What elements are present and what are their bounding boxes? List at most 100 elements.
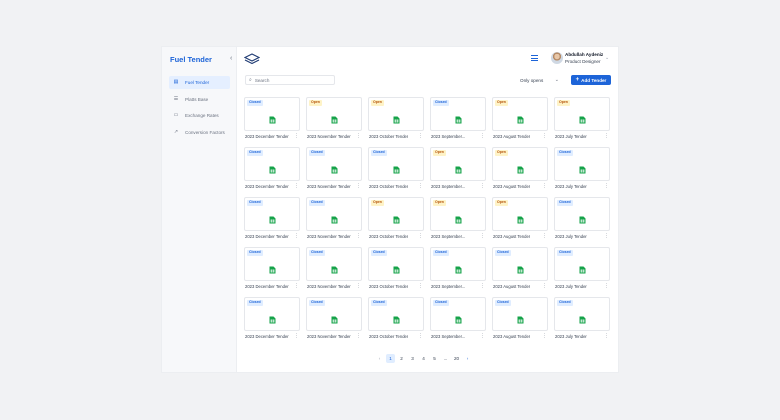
- sidebar-item-fuel-tender[interactable]: ▤ Fuel Tender: [169, 76, 230, 89]
- more-options-icon[interactable]: ⋮: [294, 284, 299, 289]
- tender-thumbnail[interactable]: Closed: [244, 297, 300, 331]
- tender-card[interactable]: Closed 2023 July Tender ⋮: [554, 147, 610, 192]
- tender-card[interactable]: Open 2023 August Tender ⋮: [492, 147, 548, 192]
- more-options-icon[interactable]: ⋮: [418, 334, 423, 339]
- more-options-icon[interactable]: ⋮: [418, 134, 423, 139]
- page-button[interactable]: 5: [430, 354, 439, 363]
- tender-card[interactable]: Closed 2023 July Tender ⋮: [554, 297, 610, 342]
- tender-thumbnail[interactable]: Closed: [306, 297, 362, 331]
- tender-card[interactable]: Closed 2023 July Tender ⋮: [554, 197, 610, 242]
- tender-thumbnail[interactable]: Closed: [368, 247, 424, 281]
- more-options-icon[interactable]: ⋮: [480, 184, 485, 189]
- chevron-left-icon[interactable]: ‹: [375, 354, 384, 363]
- more-options-icon[interactable]: ⋮: [294, 334, 299, 339]
- tender-card[interactable]: Closed 2023 October Tender ⋮: [368, 297, 424, 342]
- tender-card[interactable]: Closed 2023 November Tender ⋮: [306, 197, 362, 242]
- sidebar-item-conversion-factors[interactable]: ↗ Conversion Factors: [169, 126, 230, 139]
- tender-card[interactable]: Closed 2023 November Tender ⋮: [306, 247, 362, 292]
- more-options-icon[interactable]: ⋮: [356, 134, 361, 139]
- more-options-icon[interactable]: ⋮: [604, 284, 609, 289]
- tender-thumbnail[interactable]: Closed: [492, 247, 548, 281]
- sidebar-item-exchange-rates[interactable]: ▭ Exchange Rates: [169, 109, 230, 122]
- user-menu-chevron-icon[interactable]: ⌄: [605, 55, 609, 61]
- tender-thumbnail[interactable]: Closed: [368, 147, 424, 181]
- chevron-right-icon[interactable]: ›: [463, 354, 472, 363]
- more-options-icon[interactable]: ⋮: [604, 234, 609, 239]
- tender-thumbnail[interactable]: Open: [492, 197, 548, 231]
- collapse-sidebar-icon[interactable]: ‹: [230, 55, 232, 62]
- tender-card[interactable]: Closed 2023 December Tender ⋮: [244, 147, 300, 192]
- status-filter-select[interactable]: Only opens ⌄: [517, 75, 562, 85]
- tender-card[interactable]: Closed 2023 December Tender ⋮: [244, 197, 300, 242]
- tender-thumbnail[interactable]: Closed: [554, 297, 610, 331]
- tender-thumbnail[interactable]: Closed: [554, 247, 610, 281]
- tender-thumbnail[interactable]: Closed: [554, 197, 610, 231]
- tender-thumbnail[interactable]: Closed: [306, 197, 362, 231]
- more-options-icon[interactable]: ⋮: [480, 284, 485, 289]
- tender-card[interactable]: Closed 2023 September... ⋮: [430, 297, 486, 342]
- tender-thumbnail[interactable]: Closed: [244, 197, 300, 231]
- tender-card[interactable]: Closed 2023 September... ⋮: [430, 247, 486, 292]
- sidebar-item-platts-base[interactable]: ☰ Platts Base: [169, 93, 230, 106]
- tender-thumbnail[interactable]: Closed: [244, 147, 300, 181]
- tender-card[interactable]: Closed 2023 December Tender ⋮: [244, 297, 300, 342]
- menu-icon[interactable]: [531, 55, 538, 61]
- more-options-icon[interactable]: ⋮: [604, 134, 609, 139]
- more-options-icon[interactable]: ⋮: [418, 284, 423, 289]
- tender-thumbnail[interactable]: Closed: [430, 297, 486, 331]
- tender-thumbnail[interactable]: Closed: [244, 97, 300, 131]
- more-options-icon[interactable]: ⋮: [418, 234, 423, 239]
- tender-card[interactable]: Open 2023 November Tender ⋮: [306, 97, 362, 142]
- tender-thumbnail[interactable]: Open: [368, 197, 424, 231]
- tender-card[interactable]: Closed 2023 August Tender ⋮: [492, 247, 548, 292]
- tender-card[interactable]: Open 2023 October Tender ⋮: [368, 97, 424, 142]
- more-options-icon[interactable]: ⋮: [542, 234, 547, 239]
- tender-card[interactable]: Open 2023 October Tender ⋮: [368, 197, 424, 242]
- more-options-icon[interactable]: ⋮: [356, 284, 361, 289]
- search-input[interactable]: ⌕ Search: [245, 75, 335, 85]
- tender-thumbnail[interactable]: Closed: [368, 297, 424, 331]
- tender-thumbnail[interactable]: Closed: [306, 247, 362, 281]
- logo-icon[interactable]: [243, 52, 261, 70]
- tender-card[interactable]: Closed 2023 August Tender ⋮: [492, 297, 548, 342]
- tender-card[interactable]: Closed 2023 December Tender ⋮: [244, 97, 300, 142]
- more-options-icon[interactable]: ⋮: [542, 334, 547, 339]
- more-options-icon[interactable]: ⋮: [604, 184, 609, 189]
- tender-thumbnail[interactable]: Closed: [430, 247, 486, 281]
- tender-thumbnail[interactable]: Closed: [554, 147, 610, 181]
- tender-thumbnail[interactable]: Open: [554, 97, 610, 131]
- more-options-icon[interactable]: ⋮: [542, 184, 547, 189]
- more-options-icon[interactable]: ⋮: [480, 334, 485, 339]
- tender-card[interactable]: Closed 2023 November Tender ⋮: [306, 297, 362, 342]
- tender-card[interactable]: Open 2023 July Tender ⋮: [554, 97, 610, 142]
- tender-thumbnail[interactable]: Closed: [244, 247, 300, 281]
- more-options-icon[interactable]: ⋮: [542, 284, 547, 289]
- tender-card[interactable]: Closed 2023 October Tender ⋮: [368, 247, 424, 292]
- tender-card[interactable]: Open 2023 September... ⋮: [430, 197, 486, 242]
- page-button[interactable]: 4: [419, 354, 428, 363]
- tender-thumbnail[interactable]: Open: [430, 147, 486, 181]
- tender-thumbnail[interactable]: Open: [430, 197, 486, 231]
- tender-card[interactable]: Closed 2023 October Tender ⋮: [368, 147, 424, 192]
- tender-thumbnail[interactable]: Open: [492, 97, 548, 131]
- avatar[interactable]: [551, 52, 563, 64]
- tender-card[interactable]: Closed 2023 November Tender ⋮: [306, 147, 362, 192]
- tender-thumbnail[interactable]: Closed: [492, 297, 548, 331]
- more-options-icon[interactable]: ⋮: [294, 234, 299, 239]
- more-options-icon[interactable]: ⋮: [356, 234, 361, 239]
- more-options-icon[interactable]: ⋮: [294, 134, 299, 139]
- more-options-icon[interactable]: ⋮: [542, 134, 547, 139]
- more-options-icon[interactable]: ⋮: [356, 184, 361, 189]
- add-tender-button[interactable]: + Add Tender: [571, 75, 611, 85]
- page-button[interactable]: 1: [386, 354, 395, 363]
- tender-card[interactable]: Open 2023 August Tender ⋮: [492, 197, 548, 242]
- tender-thumbnail[interactable]: Closed: [306, 147, 362, 181]
- more-options-icon[interactable]: ⋮: [480, 134, 485, 139]
- more-options-icon[interactable]: ⋮: [480, 234, 485, 239]
- tender-thumbnail[interactable]: Open: [368, 97, 424, 131]
- page-button[interactable]: 20: [452, 354, 461, 363]
- tender-thumbnail[interactable]: Open: [306, 97, 362, 131]
- page-button[interactable]: 3: [408, 354, 417, 363]
- tender-card[interactable]: Closed 2023 December Tender ⋮: [244, 247, 300, 292]
- more-options-icon[interactable]: ⋮: [604, 334, 609, 339]
